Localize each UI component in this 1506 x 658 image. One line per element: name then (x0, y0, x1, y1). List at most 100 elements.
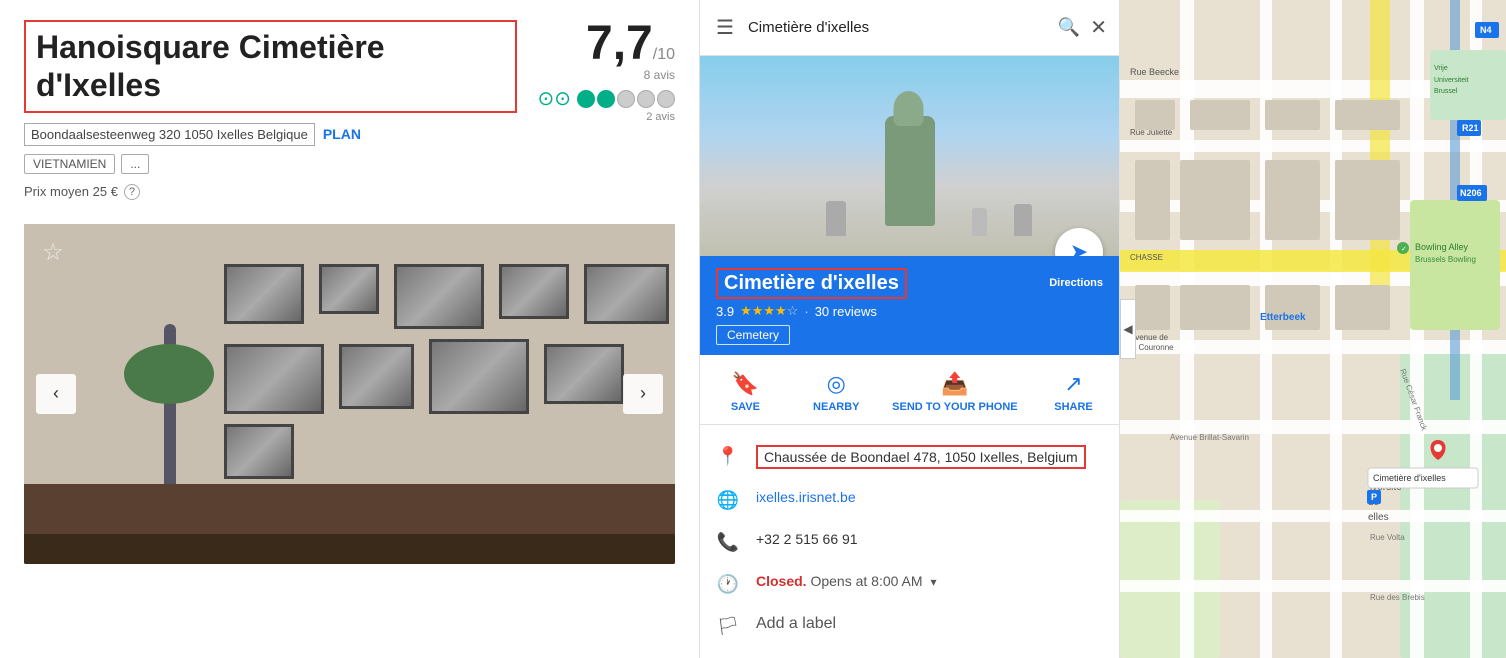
restaurant-image: ☆ ‹ › (24, 224, 675, 564)
gmaps-address: Chaussée de Boondael 478, 1050 Ixelles, … (756, 445, 1086, 469)
phone-icon: 📞 (716, 532, 740, 553)
gmaps-place-name: Cimetière d'ixelles (716, 268, 907, 299)
svg-text:Bowling Alley: Bowling Alley (1415, 242, 1469, 252)
next-image-button[interactable]: › (623, 374, 663, 414)
directions-arrow-icon: ➤ (1070, 239, 1088, 256)
share-icon: ↗ (1064, 371, 1082, 397)
share-label: SHARE (1054, 401, 1093, 414)
photo-frame-6 (224, 344, 324, 414)
add-label[interactable]: Add a label (756, 615, 836, 633)
statue-head (893, 91, 923, 126)
rating-max: /10 (653, 46, 675, 63)
svg-text:✓: ✓ (1401, 246, 1407, 253)
save-icon: 🔖 (732, 371, 759, 397)
clock-icon: 🕐 (716, 574, 740, 595)
tombstone-1 (826, 201, 846, 236)
plan-link[interactable]: PLAN (323, 126, 361, 142)
plant-leaves (124, 344, 214, 404)
hours-detail: Opens at 8:00 AM (810, 573, 922, 589)
tripadvisor-logo: ⊙⊙ (537, 86, 571, 111)
photo-frame-3 (394, 264, 484, 329)
svg-text:P: P (1371, 492, 1377, 502)
gmaps-review-count: 30 reviews (815, 304, 877, 319)
svg-text:la Couronne: la Couronne (1130, 343, 1174, 352)
svg-text:R21: R21 (1462, 123, 1479, 133)
collapse-panel-button[interactable]: ◀ (1120, 299, 1136, 359)
gmaps-search-icon[interactable]: 🔍 (1058, 17, 1080, 38)
photo-frame-10 (224, 424, 294, 479)
photo-frame-1 (224, 264, 304, 324)
gmaps-rating: 3.9 (716, 304, 734, 319)
directions-label: Directions (1049, 276, 1103, 291)
phone-number: +32 2 515 66 91 (756, 531, 858, 547)
svg-text:CHASSE: CHASSE (1130, 253, 1163, 262)
favorite-button[interactable]: ☆ (38, 238, 68, 268)
photo-frame-5 (584, 264, 669, 324)
suggest-edit-row: SUGGEST AN EDIT (700, 647, 1119, 658)
save-label: SAVE (731, 401, 760, 414)
share-action-button[interactable]: ↗ SHARE (1039, 371, 1109, 414)
svg-text:Rue Beecke: Rue Beecke (1130, 67, 1179, 77)
gmaps-place-photo: ➤ (700, 56, 1119, 256)
hamburger-icon[interactable]: ☰ (712, 11, 738, 44)
nearby-icon: ◎ (827, 371, 846, 397)
place-type-badge[interactable]: Cemetery (716, 325, 790, 345)
svg-text:elles: elles (1368, 512, 1389, 523)
collapse-icon: ◀ (1123, 322, 1132, 336)
ta-avis: 2 avis (537, 111, 675, 123)
prev-image-button[interactable]: ‹ (36, 374, 76, 414)
location-pin-icon: 📍 (716, 446, 740, 467)
gmaps-close-icon[interactable]: ✕ (1090, 15, 1107, 40)
map-view[interactable]: Rue Beecke CHASSE Rue Juliette Avenue de… (1120, 0, 1506, 658)
gmaps-panel: ☰ 🔍 ✕ ➤ Cimetière d'ixelles 3.9 ★★★★☆ (700, 0, 1120, 658)
send-phone-icon: 📤 (941, 371, 968, 397)
svg-text:Rue des Brebis: Rue des Brebis (1370, 593, 1425, 602)
photo-frame-7 (339, 344, 414, 409)
website-link[interactable]: ixelles.irisnet.be (756, 489, 856, 505)
left-panel: Hanoisquare Cimetière d'Ixelles Boondaal… (0, 0, 700, 658)
more-tag[interactable]: ... (121, 154, 149, 174)
tombstone-2 (972, 208, 987, 236)
svg-text:Rue Volta: Rue Volta (1370, 533, 1405, 542)
nearby-label: NEARBY (813, 401, 859, 414)
suggest-edit-link[interactable]: SUGGEST AN EDIT (716, 648, 874, 658)
gmaps-action-row: 🔖 SAVE ◎ NEARBY 📤 SEND TO YOUR PHONE ↗ S… (700, 355, 1119, 425)
photo-frame-4 (499, 264, 569, 319)
flag-icon: 🏳 (716, 616, 740, 637)
website-detail-row: 🌐 ixelles.irisnet.be (700, 479, 1119, 521)
gmaps-header: ☰ 🔍 ✕ (700, 0, 1119, 56)
add-label-row: 🏳 Add a label (700, 605, 1119, 647)
svg-text:Vrije: Vrije (1434, 65, 1448, 72)
photo-frame-8 (429, 339, 529, 414)
tripadvisor-rating (577, 90, 675, 108)
stars-icon: ★★★★☆ (740, 303, 798, 319)
send-phone-action-button[interactable]: 📤 SEND TO YOUR PHONE (892, 371, 1018, 414)
save-action-button[interactable]: 🔖 SAVE (710, 371, 780, 414)
svg-text:N4: N4 (1480, 25, 1492, 35)
hours-detail-row: 🕐 Closed. Opens at 8:00 AM ▾ (700, 563, 1119, 605)
map-panel: ◀ Rue Beecke CHASSE Rue Juliette Avenue … (1120, 0, 1506, 658)
tombstone-3 (1014, 204, 1032, 236)
photo-frame-2 (319, 264, 379, 314)
photo-frame-9 (544, 344, 624, 404)
svg-text:Etterbeek: Etterbeek (1260, 312, 1306, 323)
gmaps-place-info: Cimetière d'ixelles 3.9 ★★★★☆ · 30 revie… (700, 256, 1119, 355)
table-base (24, 534, 675, 564)
svg-text:Avenue Brillat-Savarin: Avenue Brillat-Savarin (1170, 433, 1249, 442)
svg-text:Brussels Bowling: Brussels Bowling (1415, 255, 1476, 264)
price-label: Prix moyen 25 € (24, 184, 118, 199)
svg-text:Brussel: Brussel (1434, 88, 1458, 95)
nearby-action-button[interactable]: ◎ NEARBY (801, 371, 871, 414)
hours-chevron-icon[interactable]: ▾ (930, 575, 936, 589)
address-detail-row: 📍 Chaussée de Boondael 478, 1050 Ixelles… (700, 435, 1119, 479)
gmaps-search-input[interactable] (748, 19, 1048, 36)
rating-count: 8 avis (537, 68, 675, 82)
hours-status: Closed. (756, 573, 807, 589)
phone-detail-row: 📞 +32 2 515 66 91 (700, 521, 1119, 563)
gmaps-details-list: 📍 Chaussée de Boondael 478, 1050 Ixelles… (700, 425, 1119, 658)
rating-score: 7,7 (586, 17, 653, 70)
restaurant-title: Hanoisquare Cimetière d'Ixelles (24, 20, 517, 113)
send-phone-label: SEND TO YOUR PHONE (892, 401, 1018, 414)
price-help-icon[interactable]: ? (124, 184, 140, 200)
cuisine-tag[interactable]: VIETNAMIEN (24, 154, 115, 174)
